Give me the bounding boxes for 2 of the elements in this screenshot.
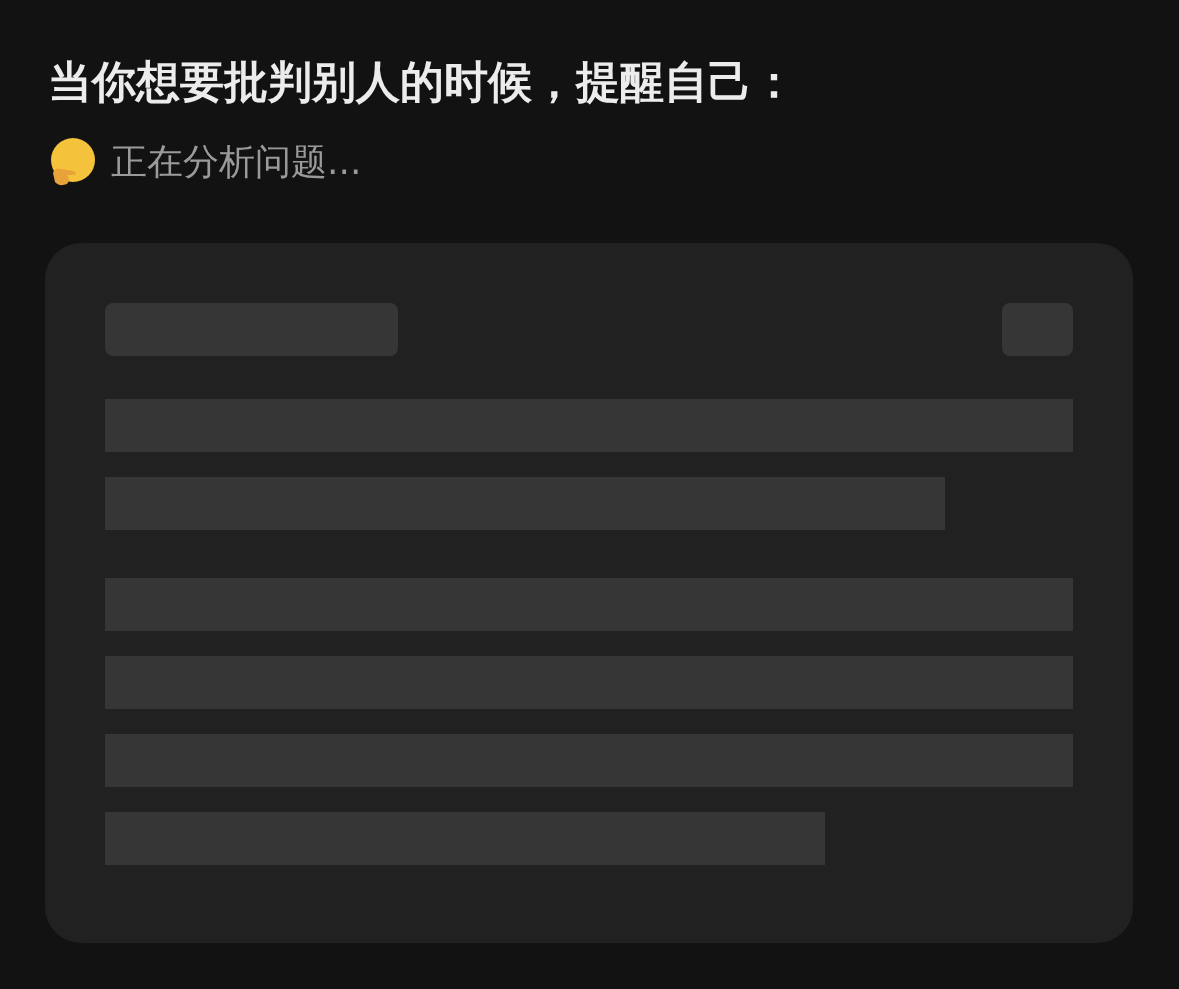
heading: 当你想要批判别人的时候，提醒自己： [48, 55, 797, 109]
status-text: 正在分析问题... [111, 140, 362, 184]
